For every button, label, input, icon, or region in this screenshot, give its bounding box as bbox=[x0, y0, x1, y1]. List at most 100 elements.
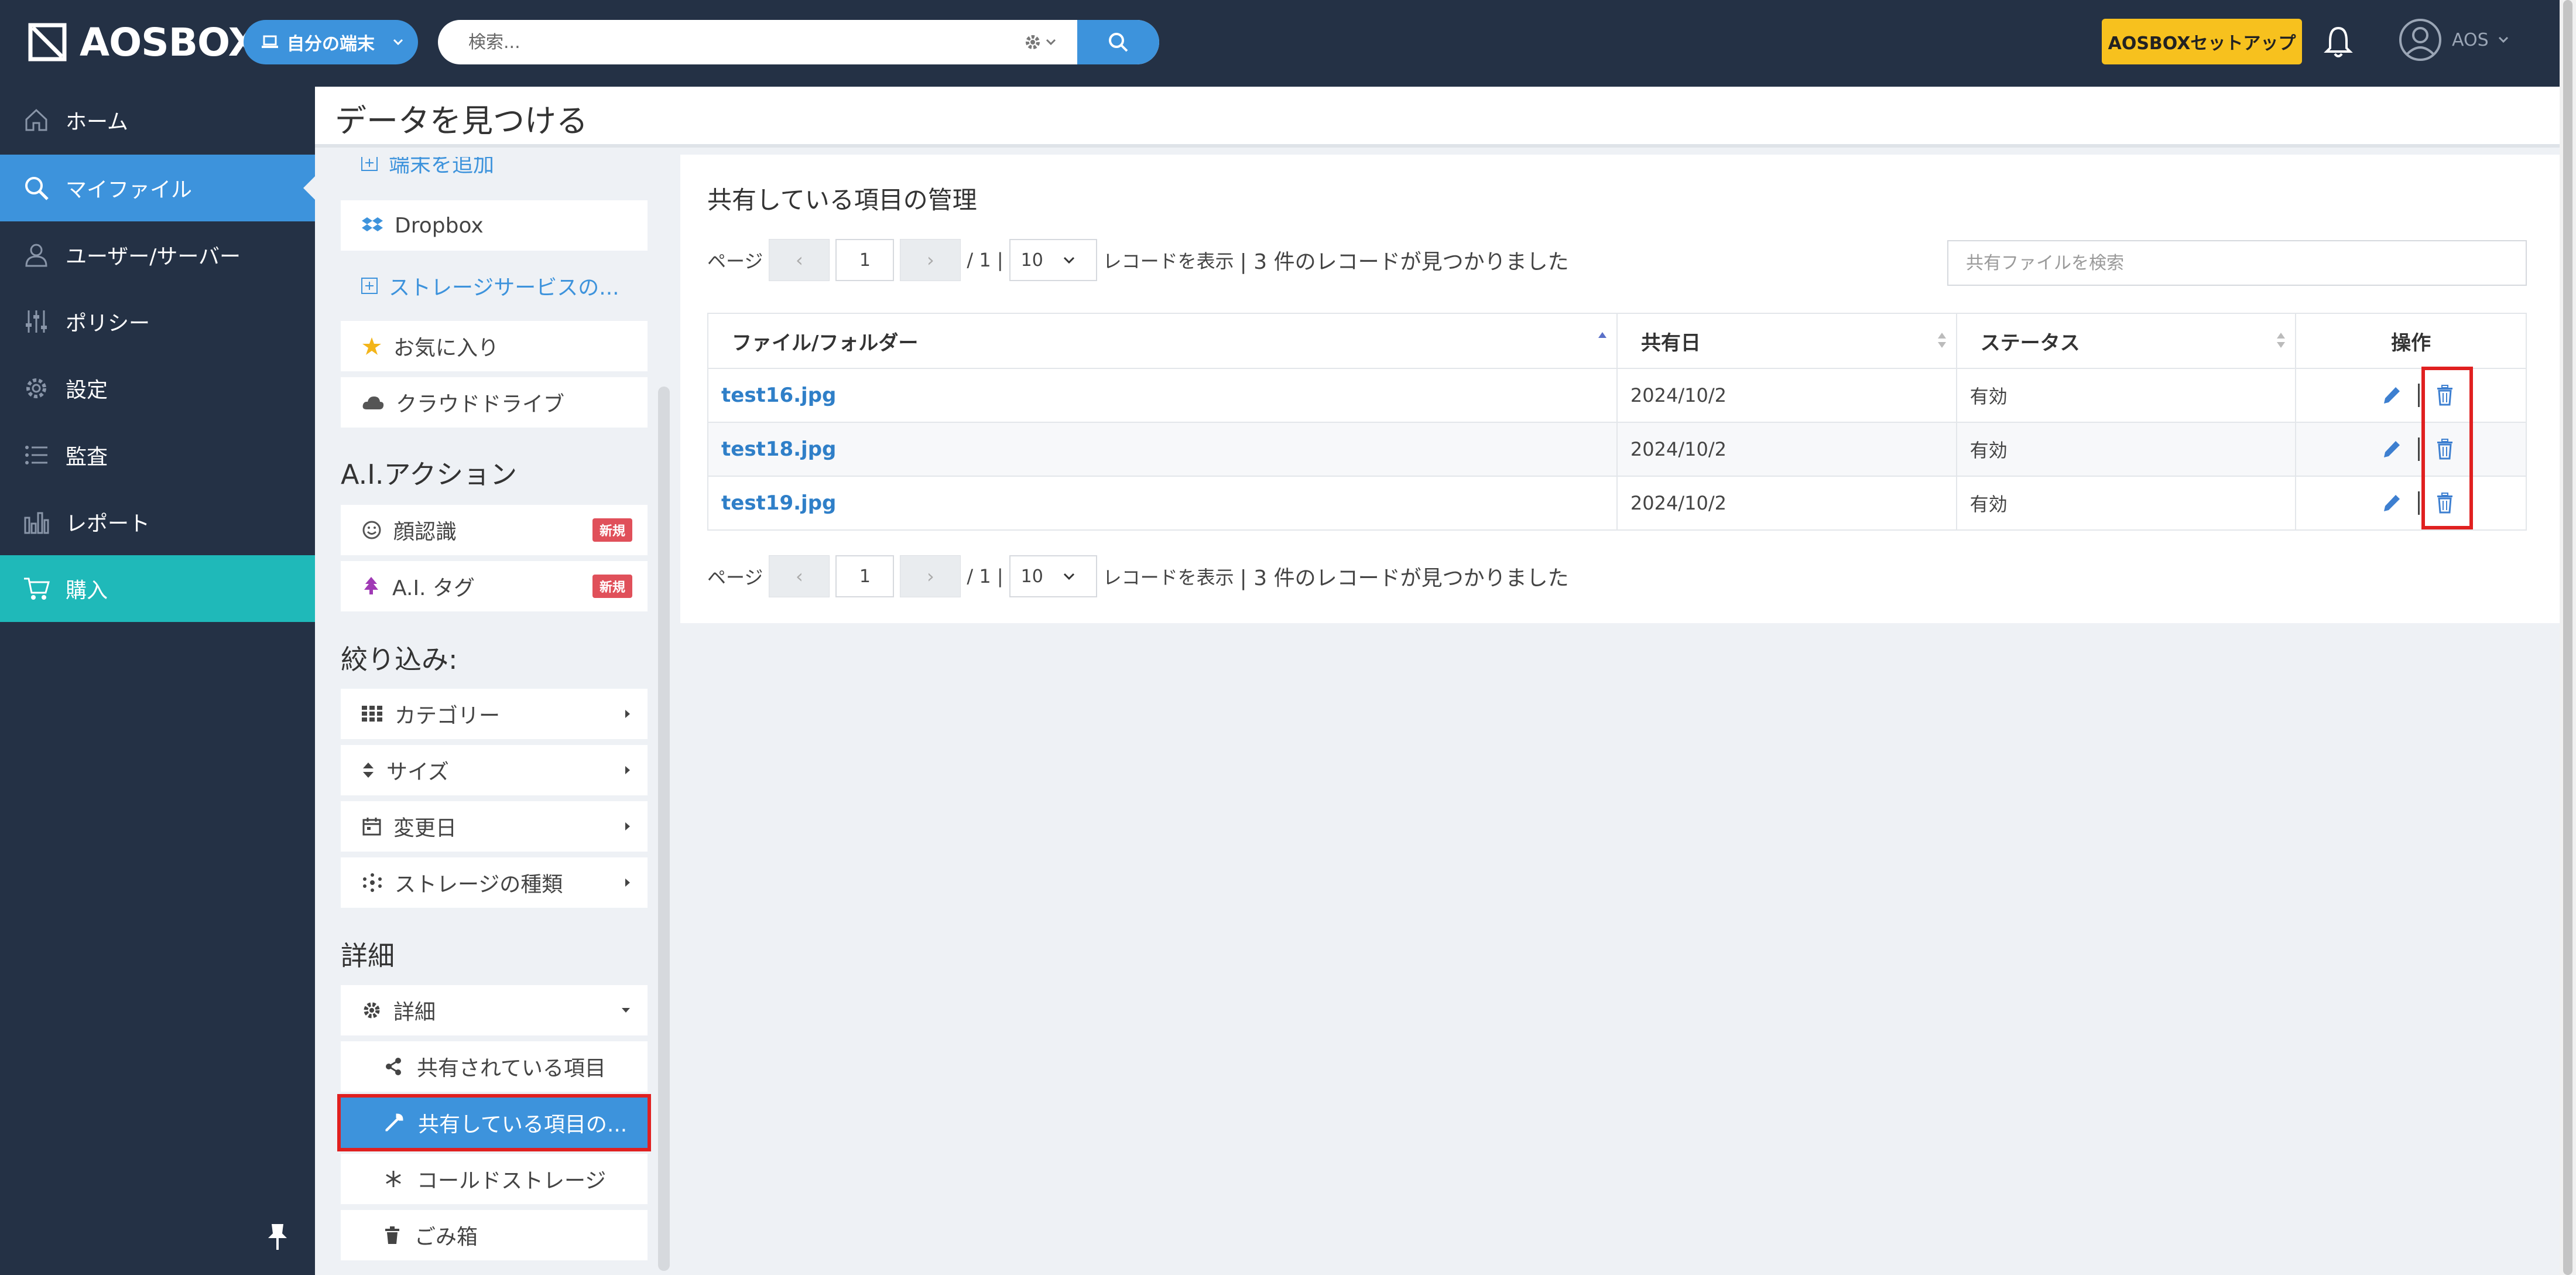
edit-pencil-icon[interactable] bbox=[2382, 385, 2402, 405]
pager-page-input[interactable] bbox=[835, 239, 895, 281]
filter-favorites[interactable]: お気に入り bbox=[341, 321, 648, 371]
action-separator bbox=[2417, 437, 2420, 461]
edit-pencil-icon[interactable] bbox=[2382, 439, 2402, 459]
filter-label: カテゴリー bbox=[395, 704, 501, 728]
filter-detail-toggle[interactable]: 詳細 bbox=[341, 985, 648, 1035]
search-options-button[interactable] bbox=[1023, 33, 1056, 52]
trash-icon bbox=[385, 1226, 399, 1244]
pager-show-records: レコードを表示 bbox=[1102, 566, 1234, 589]
nav-item-purchase[interactable]: 購入 bbox=[0, 555, 315, 622]
global-search bbox=[438, 20, 1159, 64]
filter-storage-type[interactable]: ストレージの種類 bbox=[341, 857, 648, 908]
filter-cloud-drive[interactable]: クラウドドライブ bbox=[341, 377, 648, 428]
filter-dropbox[interactable]: Dropbox bbox=[341, 200, 648, 251]
filter-size[interactable]: サイズ bbox=[341, 745, 648, 795]
shared-items-table: ファイル/フォルダー 共有日 ステータス 操作 test16.jpg 2024/… bbox=[707, 313, 2527, 531]
action-separator bbox=[2417, 491, 2420, 515]
column-header-actions: 操作 bbox=[2295, 313, 2527, 369]
filter-trash[interactable]: ごみ箱 bbox=[341, 1210, 648, 1260]
actions-cell bbox=[2295, 422, 2527, 477]
caret-right-icon bbox=[625, 766, 630, 774]
edit-pencil-icon[interactable] bbox=[2382, 493, 2402, 513]
per-page-select[interactable]: 10 bbox=[1009, 555, 1097, 597]
column-header-status[interactable]: ステータス bbox=[1955, 313, 2297, 369]
search-submit-button[interactable] bbox=[1077, 20, 1159, 64]
filter-shared-with-me[interactable]: 共有されている項目 bbox=[341, 1041, 648, 1092]
filter-modified-date[interactable]: 変更日 bbox=[341, 801, 648, 852]
nav-item-my-files[interactable]: マイファイル bbox=[0, 155, 315, 221]
grid-icon bbox=[362, 706, 382, 722]
content-title: 共有している項目の管理 bbox=[707, 186, 977, 214]
filter-label: 顔認識 bbox=[393, 520, 457, 544]
ai-section-title: A.I.アクション bbox=[341, 459, 518, 490]
nav-item-audit[interactable]: 監査 bbox=[0, 422, 315, 488]
search-icon bbox=[25, 177, 49, 200]
share-icon bbox=[386, 1058, 401, 1075]
nav-item-label: ポリシー bbox=[66, 312, 150, 336]
pager-next-button[interactable]: › bbox=[900, 239, 961, 281]
detail-section-title: 詳細 bbox=[341, 940, 395, 972]
wrench-icon bbox=[385, 1113, 403, 1132]
records-found: | 3 件のレコードが見つかりました bbox=[1239, 566, 1569, 590]
pager-prev-button[interactable]: ‹ bbox=[769, 239, 830, 281]
user-name: AOS bbox=[2452, 29, 2489, 50]
nav-item-settings[interactable]: 設定 bbox=[0, 355, 315, 422]
column-header-file[interactable]: ファイル/フォルダー bbox=[707, 313, 1618, 369]
pager-next-button[interactable]: › bbox=[900, 555, 961, 597]
chevron-down-icon bbox=[1046, 39, 1056, 46]
list-icon bbox=[25, 446, 47, 464]
status-cell: 有効 bbox=[1955, 422, 2297, 477]
filter-cold-storage[interactable]: コールドストレージ bbox=[341, 1154, 648, 1204]
file-name-link[interactable]: test16.jpg bbox=[707, 368, 1618, 423]
filter-label: クラウドドライブ bbox=[396, 392, 565, 416]
caret-right-icon bbox=[625, 822, 630, 830]
filter-ai-tag[interactable]: A.I. タグ 新規 bbox=[341, 561, 648, 611]
filter-label: 共有している項目の... bbox=[418, 1113, 628, 1137]
filter-label: お気に入り bbox=[393, 336, 499, 360]
nav-item-label: ホーム bbox=[66, 110, 128, 134]
shared-date-cell: 2024/10/2 bbox=[1616, 368, 1957, 423]
page-scrollbar-thumb[interactable] bbox=[2563, 0, 2572, 1275]
brand[interactable]: AOSBOX bbox=[28, 19, 258, 65]
filter-label: A.I. タグ bbox=[392, 576, 475, 600]
nav-item-policy[interactable]: ポリシー bbox=[0, 288, 315, 355]
pager-total: / 1 | bbox=[967, 249, 1003, 271]
column-header-shared-date[interactable]: 共有日 bbox=[1616, 313, 1957, 369]
filter-label: コールドストレージ bbox=[417, 1169, 607, 1193]
nav-item-label: 購入 bbox=[66, 579, 108, 603]
pager-bottom: ページ ‹ › / 1 | 10 レコードを表示 | 3 件のレコードが見つかり… bbox=[707, 555, 1569, 597]
pager-prev-button[interactable]: ‹ bbox=[769, 555, 830, 597]
pager-total: / 1 | bbox=[967, 565, 1003, 587]
user-menu[interactable]: AOS bbox=[2398, 18, 2509, 62]
bell-icon[interactable] bbox=[2323, 25, 2354, 60]
filter-face-recognition[interactable]: 顔認識 新規 bbox=[341, 505, 648, 555]
filter-shared-items-manage[interactable]: 共有している項目の... bbox=[337, 1094, 651, 1151]
sort-icon bbox=[363, 763, 374, 778]
caret-right-icon bbox=[625, 879, 630, 887]
per-page-select[interactable]: 10 bbox=[1009, 239, 1097, 281]
pager-page-input[interactable] bbox=[835, 555, 895, 597]
global-search-input[interactable] bbox=[468, 20, 995, 64]
file-name-link[interactable]: test19.jpg bbox=[707, 476, 1618, 531]
cloud-icon bbox=[362, 396, 384, 409]
aosbox-logo-icon bbox=[28, 23, 67, 61]
brand-name: AOSBOX bbox=[80, 19, 258, 65]
setup-button[interactable]: AOSBOXセットアップ bbox=[2102, 19, 2302, 64]
add-storage-link[interactable]: ストレージサービスの... bbox=[361, 271, 619, 301]
user-icon bbox=[25, 244, 47, 267]
filter-label: 変更日 bbox=[393, 816, 457, 840]
filter-category[interactable]: カテゴリー bbox=[341, 689, 648, 739]
nav-item-home[interactable]: ホーム bbox=[0, 87, 315, 153]
device-selector-button[interactable]: 自分の端末 bbox=[244, 20, 418, 64]
nav-item-label: マイファイル bbox=[66, 178, 193, 202]
filter-panel-scrollbar[interactable] bbox=[658, 387, 670, 1271]
nav-item-users-servers[interactable]: ユーザー/サーバー bbox=[0, 221, 315, 288]
pager-page-label: ページ bbox=[707, 250, 763, 272]
nav-item-reports[interactable]: レポート bbox=[0, 488, 315, 555]
search-icon bbox=[1109, 33, 1128, 52]
file-name-link[interactable]: test18.jpg bbox=[707, 422, 1618, 477]
pin-icon[interactable] bbox=[265, 1222, 290, 1252]
page-scrollbar[interactable] bbox=[2560, 0, 2576, 1275]
table-row: test18.jpg 2024/10/2 有効 bbox=[707, 422, 2527, 477]
shared-files-search-input[interactable] bbox=[1947, 240, 2527, 286]
